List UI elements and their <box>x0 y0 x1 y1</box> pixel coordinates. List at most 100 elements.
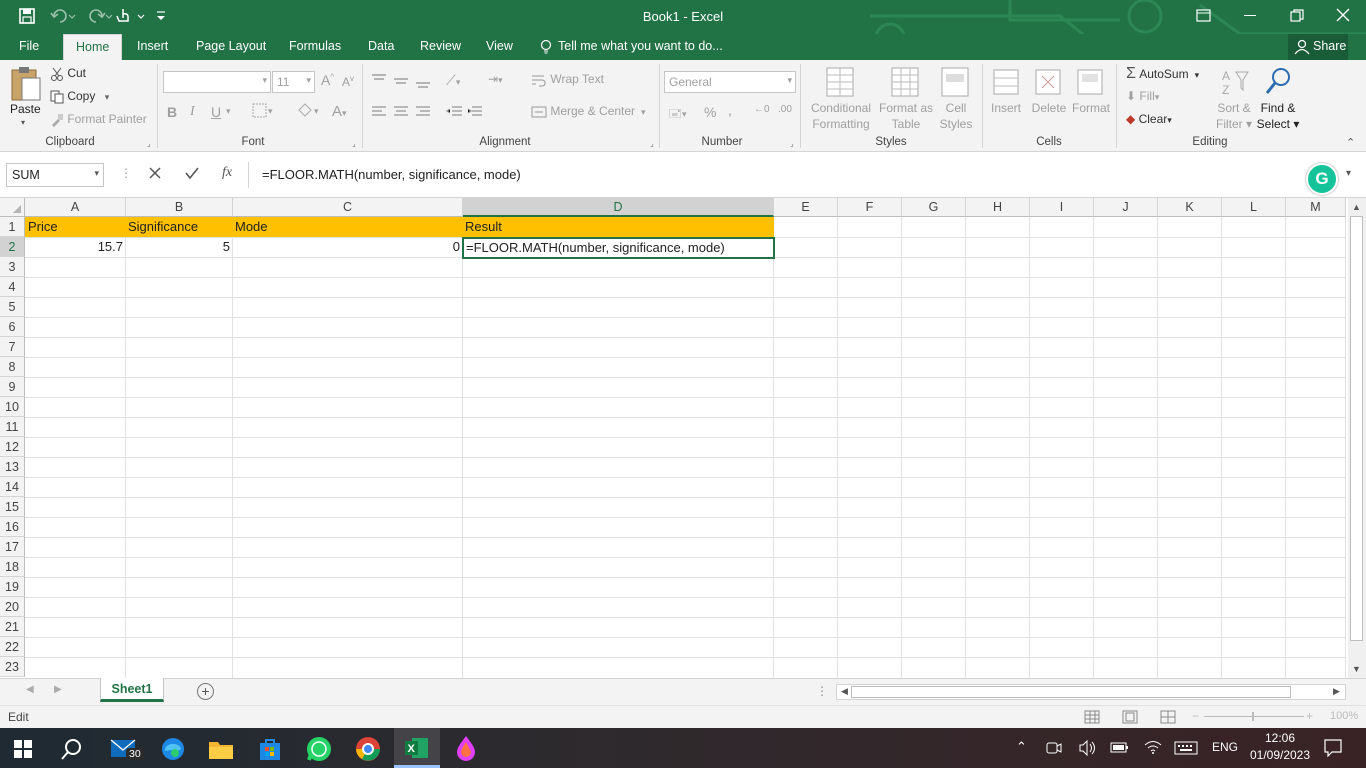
select-all-button[interactable] <box>0 198 25 217</box>
edge-browser-icon[interactable] <box>160 736 186 765</box>
tab-insert[interactable]: Insert <box>137 39 168 53</box>
row-header-2[interactable]: 2 <box>0 237 25 257</box>
wifi-icon[interactable] <box>1144 739 1162 758</box>
orientation-button[interactable]: ⟋▾ <box>446 72 460 89</box>
close-icon[interactable] <box>1336 8 1350 25</box>
indent-icons[interactable] <box>446 104 488 122</box>
horizontal-scrollbar[interactable]: ◀ ▶ <box>836 684 1346 700</box>
cell-b2[interactable]: 5 <box>126 237 232 257</box>
bold-button[interactable]: B <box>167 104 177 120</box>
row-header-9[interactable]: 9 <box>0 377 25 397</box>
ribbon-display-options-icon[interactable] <box>1196 9 1212 26</box>
chrome-icon[interactable] <box>354 735 382 766</box>
italic-button[interactable]: I <box>190 104 195 120</box>
conditional-formatting-button[interactable]: Conditional Formatting <box>807 66 875 134</box>
row-header-17[interactable]: 17 <box>0 537 25 557</box>
tab-home[interactable]: Home <box>63 34 123 60</box>
tell-me-box[interactable]: Tell me what you want to do... <box>558 39 723 53</box>
scroll-tabs-right-icon[interactable]: ▶ <box>54 684 62 695</box>
row-header-5[interactable]: 5 <box>0 297 25 317</box>
tab-review[interactable]: Review <box>420 39 461 53</box>
notifications-icon[interactable] <box>1324 739 1342 760</box>
clock-time[interactable]: 12:06 <box>1250 731 1310 745</box>
zoom-in-icon[interactable]: + <box>1306 709 1313 723</box>
find-select-button[interactable]: Find & Select ▾ <box>1256 66 1300 134</box>
tab-view[interactable]: View <box>486 39 513 53</box>
excel-taskbar-button[interactable]: X <box>394 728 440 768</box>
wrap-text-button[interactable]: Wrap Text <box>531 72 604 87</box>
fill-button[interactable]: ⬇ Fill▾ <box>1126 89 1159 103</box>
row-header-19[interactable]: 19 <box>0 577 25 597</box>
cell-d2-active[interactable]: =FLOOR.MATH(number, significance, mode) <box>462 237 775 259</box>
format-as-table-button[interactable]: Format as Table <box>878 66 934 134</box>
text-direction-button[interactable]: ⇥▾ <box>488 72 503 86</box>
row-header-10[interactable]: 10 <box>0 397 25 417</box>
sort-filter-button[interactable]: AZ Sort & Filter ▾ <box>1214 66 1254 134</box>
column-header-m[interactable]: M <box>1286 198 1346 217</box>
horizontal-align-icons[interactable] <box>370 104 440 122</box>
row-header-11[interactable]: 11 <box>0 417 25 437</box>
paste-button[interactable]: Paste ▾ <box>8 64 44 130</box>
comma-style-button[interactable]: , <box>728 102 732 118</box>
column-header-g[interactable]: G <box>902 198 966 217</box>
dialog-launcher-icon[interactable]: ⌟ <box>352 139 356 148</box>
cell-c1[interactable]: Mode <box>233 217 462 237</box>
zoom-level[interactable]: 100% <box>1330 710 1358 722</box>
scroll-down-icon[interactable]: ▼ <box>1352 664 1361 674</box>
merge-center-button[interactable]: Merge & Center ▾ <box>531 104 646 119</box>
row-header-23[interactable]: 23 <box>0 657 25 677</box>
scroll-right-icon[interactable]: ▶ <box>1333 686 1340 697</box>
cancel-entry-icon[interactable] <box>148 166 162 183</box>
new-sheet-icon[interactable]: + <box>197 683 214 700</box>
vertical-align-icons[interactable] <box>370 72 440 92</box>
tab-formulas[interactable]: Formulas <box>289 39 341 53</box>
vertical-scroll-thumb[interactable] <box>1350 216 1363 641</box>
clock-date[interactable]: 01/09/2023 <box>1246 748 1314 762</box>
column-header-h[interactable]: H <box>966 198 1030 217</box>
sheet-tab-sheet1[interactable]: Sheet1 <box>100 678 164 702</box>
show-hidden-icons-icon[interactable]: ⌃ <box>1016 739 1027 755</box>
vertical-scrollbar[interactable]: ▲ ▼ <box>1348 198 1366 678</box>
worksheet-grid[interactable]: A B C D E F G H I J K L M 1 2 3 4 5 6 7 … <box>0 198 1366 678</box>
row-header-3[interactable]: 3 <box>0 257 25 277</box>
autosum-button[interactable]: Σ AutoSum ▾ <box>1126 65 1199 83</box>
insert-function-icon[interactable]: fx <box>222 165 232 181</box>
name-box[interactable]: SUM ▾ <box>6 163 104 187</box>
font-color-button[interactable]: A▾ <box>332 103 347 120</box>
borders-button[interactable]: ▾ <box>252 103 273 119</box>
decrease-font-size-button[interactable]: Av <box>342 74 354 89</box>
row-header-12[interactable]: 12 <box>0 437 25 457</box>
dialog-launcher-icon[interactable]: ⌟ <box>790 139 794 148</box>
paint-drop-icon[interactable] <box>454 734 478 765</box>
percent-style-button[interactable]: % <box>704 104 716 120</box>
zoom-slider[interactable] <box>1204 716 1304 717</box>
whatsapp-icon[interactable] <box>305 735 333 766</box>
language-indicator[interactable]: ENG <box>1212 740 1238 754</box>
cut-button[interactable]: Cut <box>50 66 86 81</box>
windows-start-icon[interactable] <box>14 740 32 761</box>
tab-page-layout[interactable]: Page Layout <box>196 39 266 53</box>
format-painter-button[interactable]: Format Painter <box>50 112 147 127</box>
row-header-13[interactable]: 13 <box>0 457 25 477</box>
row-header-7[interactable]: 7 <box>0 337 25 357</box>
row-header-16[interactable]: 16 <box>0 517 25 537</box>
cell-d1[interactable]: Result <box>463 217 773 237</box>
restore-icon[interactable] <box>1290 9 1304 26</box>
formula-input[interactable]: =FLOOR.MATH(number, significance, mode) <box>262 167 521 182</box>
column-header-k[interactable]: K <box>1158 198 1222 217</box>
row-header-6[interactable]: 6 <box>0 317 25 337</box>
cell-a1[interactable]: Price <box>26 217 125 237</box>
row-header-4[interactable]: 4 <box>0 277 25 297</box>
font-size-box[interactable]: 11 ▾ <box>272 71 315 93</box>
number-format-box[interactable]: General ▾ <box>664 71 796 93</box>
dialog-launcher-icon[interactable]: ⌟ <box>650 139 654 148</box>
scroll-left-icon[interactable]: ◀ <box>841 686 848 697</box>
scroll-up-icon[interactable]: ▲ <box>1352 202 1361 212</box>
row-header-14[interactable]: 14 <box>0 477 25 497</box>
battery-icon[interactable] <box>1110 741 1130 758</box>
column-header-d[interactable]: D <box>463 198 774 217</box>
scroll-tabs-left-icon[interactable]: ◀ <box>26 684 34 695</box>
microsoft-store-icon[interactable] <box>257 736 283 765</box>
row-header-18[interactable]: 18 <box>0 557 25 577</box>
horizontal-scroll-thumb[interactable] <box>851 686 1291 698</box>
